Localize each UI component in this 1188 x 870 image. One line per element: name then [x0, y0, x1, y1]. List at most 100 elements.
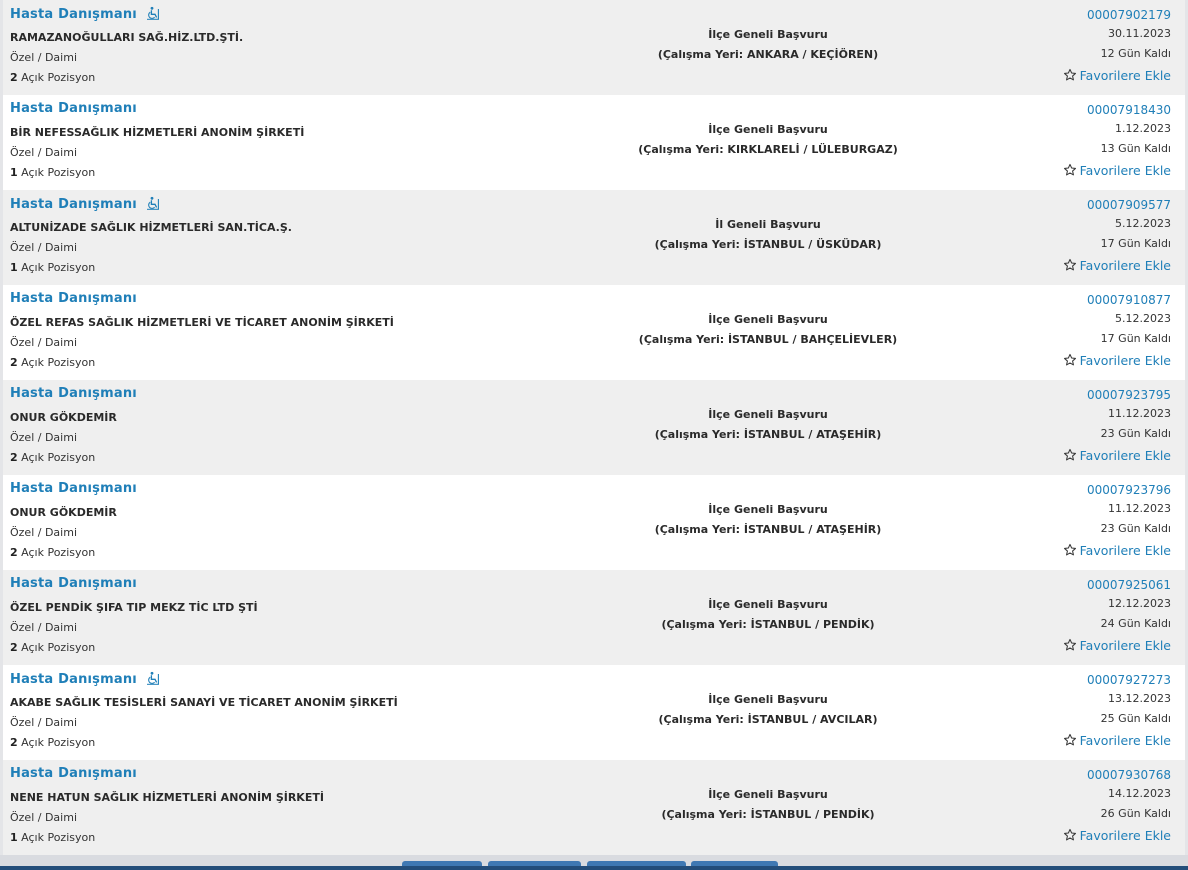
wheelchair-icon [146, 6, 160, 24]
listing-meta: 00007910877 5.12.2023 17 Gün Kaldı Favor… [1063, 293, 1171, 371]
application-info: İlçe Geneli Başvuru (Çalışma Yeri: İSTAN… [468, 788, 1068, 821]
job-title-link[interactable]: Hasta Danışmanı [10, 481, 137, 496]
position-count: 2 [10, 546, 18, 559]
add-favorite-button[interactable]: Favorilere Ekle [1063, 733, 1171, 748]
application-info: İlçe Geneli Başvuru (Çalışma Yeri: İSTAN… [468, 693, 1068, 726]
company-name: ALTUNİZADE SAĞLIK HİZMETLERİ SAN.TİCA.Ş. [10, 221, 292, 234]
favorite-label: Favorilere Ekle [1079, 352, 1171, 368]
add-favorite-button[interactable]: Favorilere Ekle [1063, 163, 1171, 178]
company-name: ÖZEL REFAS SAĞLIK HİZMETLERİ VE TİCARET … [10, 316, 394, 329]
employment-type: Özel / Daimi [10, 811, 77, 824]
open-positions: 1 Açık Pozisyon [10, 261, 95, 274]
employment-type: Özel / Daimi [10, 431, 77, 444]
position-count: 2 [10, 71, 18, 84]
listing-id-link[interactable]: 00007923796 [1063, 483, 1171, 502]
job-title-link[interactable]: Hasta Danışmanı [10, 291, 137, 306]
company-name: ONUR GÖKDEMİR [10, 411, 117, 424]
listing-id-link[interactable]: 00007909577 [1063, 198, 1171, 217]
job-title-link[interactable]: Hasta Danışmanı [10, 766, 137, 781]
job-listing-row: Hasta Danışmanı AKABE SAĞLIK TESİSLERİ S… [3, 665, 1185, 760]
open-positions: 2 Açık Pozisyon [10, 451, 95, 464]
open-positions: 2 Açık Pozisyon [10, 736, 95, 749]
job-title: Hasta Danışmanı [10, 101, 137, 116]
add-favorite-button[interactable]: Favorilere Ekle [1063, 68, 1171, 83]
position-label: Açık Pozisyon [21, 736, 96, 749]
days-left: 23 Gün Kaldı [1100, 427, 1171, 440]
star-outline-icon [1063, 828, 1077, 842]
add-favorite-button[interactable]: Favorilere Ekle [1063, 258, 1171, 273]
star-outline-icon [1063, 68, 1077, 82]
work-location: (Çalışma Yeri: İSTANBUL / ÜSKÜDAR) [654, 238, 882, 251]
position-count: 2 [10, 451, 18, 464]
application-scope: İlçe Geneli Başvuru [708, 693, 828, 706]
position-label: Açık Pozisyon [21, 71, 96, 84]
listing-id-link[interactable]: 00007918430 [1063, 103, 1171, 122]
job-listing-row: Hasta Danışmanı NENE HATUN SAĞLIK HİZMET… [3, 760, 1185, 855]
star-outline-icon [1063, 353, 1077, 367]
wheelchair-icon [146, 196, 160, 214]
open-positions: 1 Açık Pozisyon [10, 831, 95, 844]
company-name: BİR NEFESSAĞLIK HİZMETLERİ ANONİM ŞİRKET… [10, 126, 305, 139]
listing-id-link[interactable]: 00007923795 [1063, 388, 1171, 407]
application-info: İlçe Geneli Başvuru (Çalışma Yeri: KIRKL… [468, 123, 1068, 156]
application-scope: İl Geneli Başvuru [715, 218, 821, 231]
open-positions: 2 Açık Pozisyon [10, 71, 95, 84]
listing-meta: 00007918430 1.12.2023 13 Gün Kaldı Favor… [1063, 103, 1171, 181]
open-positions: 2 Açık Pozisyon [10, 546, 95, 559]
job-title-link[interactable]: Hasta Danışmanı [10, 6, 160, 24]
position-label: Açık Pozisyon [21, 831, 96, 844]
deadline-date: 5.12.2023 [1115, 217, 1171, 230]
job-title-link[interactable]: Hasta Danışmanı [10, 671, 160, 689]
deadline-date: 12.12.2023 [1108, 597, 1171, 610]
favorite-label: Favorilere Ekle [1079, 162, 1171, 178]
add-favorite-button[interactable]: Favorilere Ekle [1063, 638, 1171, 653]
job-listing-row: Hasta Danışmanı ÖZEL REFAS SAĞLIK HİZMET… [3, 285, 1185, 380]
listing-id-link[interactable]: 00007927273 [1063, 673, 1171, 692]
job-listing-row: Hasta Danışmanı ONUR GÖKDEMİR Özel / Dai… [3, 380, 1185, 475]
application-scope: İlçe Geneli Başvuru [708, 313, 828, 326]
star-outline-icon [1063, 448, 1077, 462]
employment-type: Özel / Daimi [10, 241, 77, 254]
job-title-link[interactable]: Hasta Danışmanı [10, 101, 137, 116]
job-listing-row: Hasta Danışmanı ALTUNİZADE SAĞLIK HİZMET… [3, 190, 1185, 285]
deadline-date: 1.12.2023 [1115, 122, 1171, 135]
employment-type: Özel / Daimi [10, 146, 77, 159]
favorite-label: Favorilere Ekle [1079, 542, 1171, 558]
add-favorite-button[interactable]: Favorilere Ekle [1063, 448, 1171, 463]
deadline-date: 11.12.2023 [1108, 502, 1171, 515]
employment-type: Özel / Daimi [10, 621, 77, 634]
star-outline-icon [1063, 733, 1077, 747]
application-scope: İlçe Geneli Başvuru [708, 28, 828, 41]
listing-id-link[interactable]: 00007930768 [1063, 768, 1171, 787]
job-title: Hasta Danışmanı [10, 291, 137, 306]
job-title-link[interactable]: Hasta Danışmanı [10, 196, 160, 214]
work-location: (Çalışma Yeri: İSTANBUL / ATAŞEHİR) [654, 523, 882, 536]
employment-type: Özel / Daimi [10, 526, 77, 539]
listing-meta: 00007930768 14.12.2023 26 Gün Kaldı Favo… [1063, 768, 1171, 846]
work-location: (Çalışma Yeri: ANKARA / KEÇİÖREN) [657, 48, 879, 61]
application-info: İlçe Geneli Başvuru (Çalışma Yeri: İSTAN… [468, 313, 1068, 346]
deadline-date: 13.12.2023 [1108, 692, 1171, 705]
company-name: ONUR GÖKDEMİR [10, 506, 117, 519]
add-favorite-button[interactable]: Favorilere Ekle [1063, 543, 1171, 558]
job-title-link[interactable]: Hasta Danışmanı [10, 576, 137, 591]
listing-id-link[interactable]: 00007910877 [1063, 293, 1171, 312]
deadline-date: 11.12.2023 [1108, 407, 1171, 420]
application-info: İlçe Geneli Başvuru (Çalışma Yeri: İSTAN… [468, 503, 1068, 536]
listing-id-link[interactable]: 00007925061 [1063, 578, 1171, 597]
open-positions: 1 Açık Pozisyon [10, 166, 95, 179]
listing-id-link[interactable]: 00007902179 [1063, 8, 1171, 27]
deadline-date: 30.11.2023 [1108, 27, 1171, 40]
favorite-label: Favorilere Ekle [1079, 732, 1171, 748]
job-title-link[interactable]: Hasta Danışmanı [10, 386, 137, 401]
job-listing-row: Hasta Danışmanı RAMAZANOĞULLARI SAĞ.HİZ.… [3, 0, 1185, 95]
add-favorite-button[interactable]: Favorilere Ekle [1063, 828, 1171, 843]
job-list: Hasta Danışmanı RAMAZANOĞULLARI SAĞ.HİZ.… [3, 0, 1185, 855]
position-count: 1 [10, 261, 18, 274]
add-favorite-button[interactable]: Favorilere Ekle [1063, 353, 1171, 368]
position-label: Açık Pozisyon [21, 641, 96, 654]
favorite-label: Favorilere Ekle [1079, 637, 1171, 653]
star-outline-icon [1063, 543, 1077, 557]
listing-meta: 00007927273 13.12.2023 25 Gün Kaldı Favo… [1063, 673, 1171, 751]
listing-meta: 00007923795 11.12.2023 23 Gün Kaldı Favo… [1063, 388, 1171, 466]
